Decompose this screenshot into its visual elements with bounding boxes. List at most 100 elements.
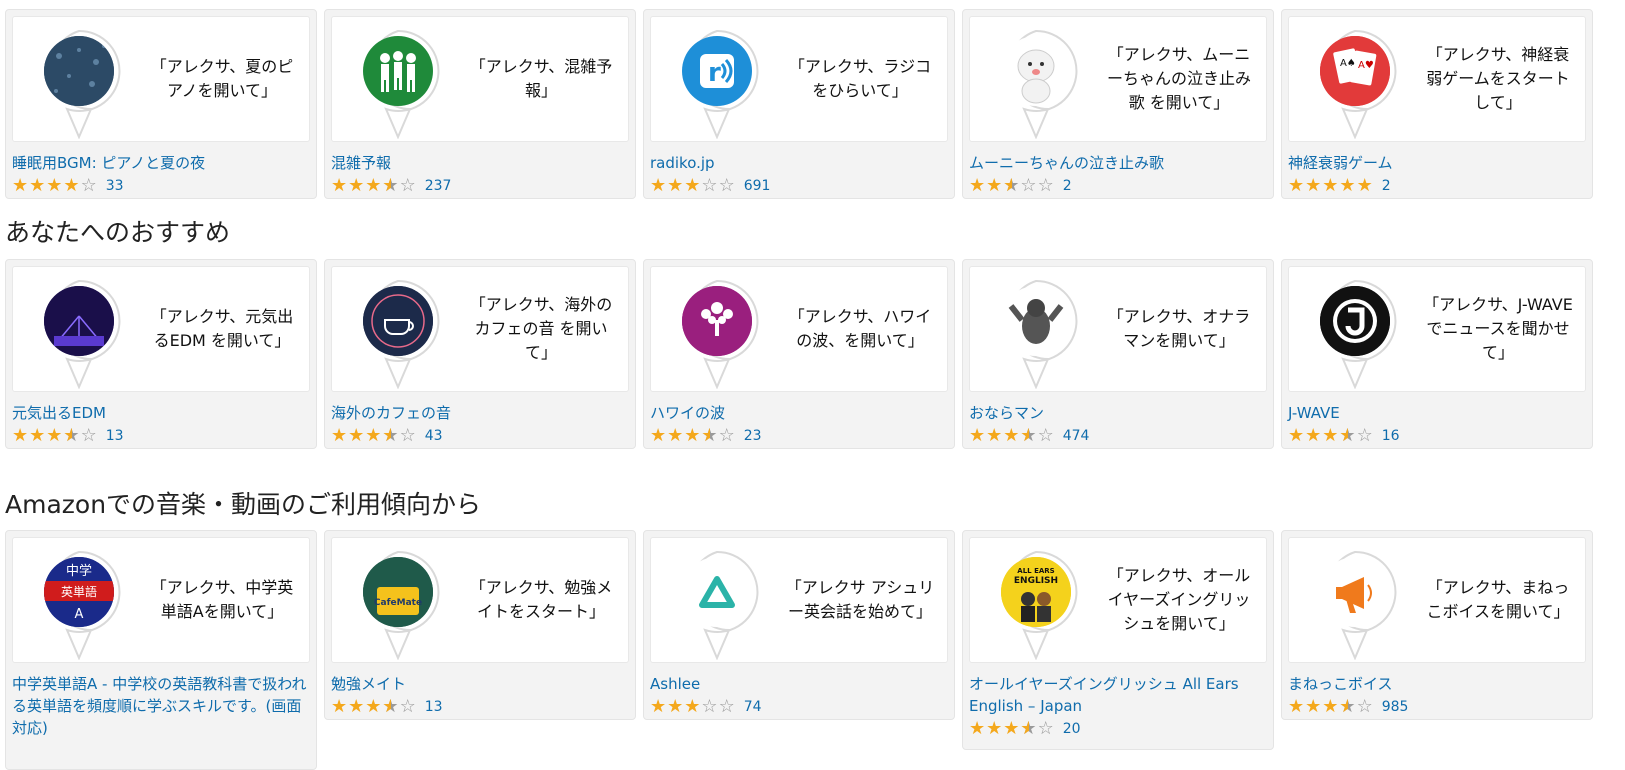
star-icon: ★: [1322, 425, 1340, 446]
star-icon: ☆: [1020, 175, 1038, 196]
skill-name-link[interactable]: おならマン: [969, 402, 1267, 424]
star-icon: ★: [667, 696, 685, 717]
skill-hero[interactable]: 「アレクサ、海外のカフェの音 を開いて」: [331, 266, 629, 392]
review-count[interactable]: 13: [106, 428, 124, 444]
review-count[interactable]: 2: [1063, 178, 1072, 194]
skill-card[interactable]: 「アレクサ、混雑予報」 混雑予報 ★★★★☆ 237: [324, 9, 636, 199]
skill-quote: 「アレクサ、オールイヤーズイングリッシュを開いて」: [1107, 566, 1251, 633]
skill-name-link[interactable]: 混雑予報: [331, 152, 629, 174]
skill-name-link[interactable]: 勉強メイト: [331, 673, 629, 695]
skill-rating[interactable]: ★★★☆☆ 691: [650, 177, 948, 195]
skill-rating[interactable]: ★★★★☆ 43: [331, 427, 629, 446]
review-count[interactable]: 691: [744, 178, 771, 194]
skill-hero[interactable]: r 「アレクサ、ラジコをひらいて」: [650, 16, 948, 142]
skill-hero[interactable]: 「アレクサ、混雑予報」: [331, 16, 629, 142]
skill-rating[interactable]: ★★★★☆ 20: [969, 718, 1267, 739]
skill-hero[interactable]: 「アレクサ、夏のピアノを開いて」: [12, 16, 310, 142]
skill-rating[interactable]: ★★★★☆ 13: [12, 427, 310, 446]
skill-hero[interactable]: 中学 英単語 A 「アレクサ、中学英単語Aを開いて」: [12, 537, 310, 663]
skill-hero[interactable]: 「アレクサ、ハワイの波、を開いて」: [650, 266, 948, 392]
review-count[interactable]: 474: [1063, 428, 1090, 444]
skill-card[interactable]: 「アレクサ、J-WAVEでニュースを聞かせて」 J-WAVE ★★★★☆ 16: [1281, 259, 1593, 449]
review-count[interactable]: 43: [425, 428, 443, 444]
skill-name-link[interactable]: 海外のカフェの音: [331, 402, 629, 424]
skill-card[interactable]: ALL EARS ENGLISH 「アレクサ、オールイヤーズイングリッシュを開いて…: [962, 530, 1274, 750]
skill-name-link[interactable]: 神経衰弱ゲーム: [1288, 152, 1586, 174]
review-count[interactable]: 16: [1382, 428, 1400, 444]
skill-card[interactable]: 「アレクサ、ハワイの波、を開いて」 ハワイの波 ★★★★☆ 23: [643, 259, 955, 449]
skill-hero[interactable]: 「アレクサ アシュリー英会話を始めて」: [650, 537, 948, 663]
skill-card[interactable]: 「アレクサ、まねっこボイスを開いて」 まねっこボイス ★★★★☆ 985: [1281, 530, 1593, 720]
skill-name-link[interactable]: オールイヤーズイングリッシュ All Ears English – Japan: [969, 673, 1267, 717]
skill-name-link[interactable]: ハワイの波: [650, 402, 948, 424]
skill-card[interactable]: r 「アレクサ、ラジコをひらいて」 radiko.jp ★★★☆☆ 691: [643, 9, 955, 199]
all-ears-english-icon: ALL EARS ENGLISH: [1001, 557, 1071, 627]
star-icon: ★: [331, 696, 349, 717]
skill-quote: 「アレクサ、ラジコをひらいて」: [788, 57, 932, 100]
skill-rating[interactable]: ★★★☆☆ 2: [969, 175, 1267, 196]
skill-rating[interactable]: ★★★★☆ 237: [331, 175, 629, 196]
skill-name-link[interactable]: まねっこボイス: [1288, 673, 1586, 695]
skill-name-link[interactable]: Ashlee: [650, 673, 948, 695]
skill-icon-bubble: [1313, 550, 1397, 660]
skill-hero[interactable]: 「アレクサ、ムーニーちゃんの泣き止み歌 を開いて」: [969, 16, 1267, 142]
rating-stars: ★★★★☆: [969, 427, 1055, 446]
skills-row-1: 「アレクサ、夏のピアノを開いて」 睡眠用BGM: ピアノと夏の夜 ★★★★☆ 3…: [5, 9, 1593, 199]
star-icon: ☆: [399, 175, 417, 196]
skill-name-link[interactable]: ムーニーちゃんの泣き止み歌: [969, 152, 1267, 174]
skill-rating[interactable]: ★★★☆☆ 74: [650, 698, 948, 716]
review-count[interactable]: 2: [1382, 178, 1391, 194]
skill-quote: 「アレクサ、ムーニーちゃんの泣き止み歌 を開いて」: [1106, 45, 1251, 112]
star-icon: ★: [348, 175, 366, 196]
skill-rating[interactable]: ★★★★☆ 474: [969, 427, 1267, 446]
skill-card[interactable]: 「アレクサ、元気出るEDM を開いて」 元気出るEDM ★★★★☆ 13: [5, 259, 317, 449]
icon-label: 中学: [66, 563, 92, 579]
star-icon: ☆: [701, 696, 719, 717]
skill-rating[interactable]: ★★★★☆ 16: [1288, 425, 1586, 446]
skill-card[interactable]: 「アレクサ アシュリー英会話を始めて」 Ashlee ★★★☆☆ 74: [643, 530, 955, 720]
skill-hero[interactable]: A♠ A♥ 「アレクサ、神経衰弱ゲームをスタートして」: [1288, 16, 1586, 142]
star-icon: ★: [331, 175, 349, 196]
skill-rating[interactable]: ★★★★☆ 985: [1288, 698, 1586, 717]
review-count[interactable]: 74: [744, 699, 762, 715]
skill-name-link[interactable]: 元気出るEDM: [12, 402, 310, 424]
skill-card[interactable]: 「アレクサ、夏のピアノを開いて」 睡眠用BGM: ピアノと夏の夜 ★★★★☆ 3…: [5, 9, 317, 199]
skill-rating[interactable]: ★★★★☆ 13: [331, 696, 629, 717]
skills-row-3: 中学 英単語 A 「アレクサ、中学英単語Aを開いて」 中学英単語A - 中学校の英語…: [5, 530, 1593, 770]
skill-icon-bubble: [675, 550, 759, 660]
skill-hero[interactable]: 「アレクサ、オナラマンを開いて」: [969, 266, 1267, 392]
skill-card[interactable]: 中学 英単語 A 「アレクサ、中学英単語Aを開いて」 中学英単語A - 中学校の英語…: [5, 530, 317, 770]
skill-icon-bubble: [994, 279, 1078, 389]
skill-hero[interactable]: 「アレクサ、元気出るEDM を開いて」: [12, 266, 310, 392]
skill-quote: 「アレクサ、J-WAVEでニュースを聞かせて」: [1423, 295, 1573, 362]
star-icon: ★: [1003, 718, 1021, 739]
review-count[interactable]: 33: [106, 178, 124, 194]
skill-hero[interactable]: CafeMate 「アレクサ、勉強メイトをスタート」: [331, 537, 629, 663]
review-count[interactable]: 237: [425, 178, 452, 194]
skill-name-link[interactable]: 睡眠用BGM: ピアノと夏の夜: [12, 152, 310, 174]
star-icon: ★: [1339, 698, 1356, 717]
playing-cards-icon: A♠ A♥: [1320, 36, 1390, 106]
skill-name-link[interactable]: J-WAVE: [1288, 402, 1586, 424]
skill-rating[interactable]: ★★★★★ 2: [1288, 177, 1586, 195]
skill-hero[interactable]: 「アレクサ、J-WAVEでニュースを聞かせて」: [1288, 266, 1586, 392]
skill-rating[interactable]: ★★★★☆ 23: [650, 427, 948, 446]
skill-quote: 「アレクサ、混雑予報」: [469, 57, 613, 100]
skill-card[interactable]: CafeMate 「アレクサ、勉強メイトをスタート」 勉強メイト ★★★★☆ 1…: [324, 530, 636, 720]
skill-name-link[interactable]: radiko.jp: [650, 152, 948, 174]
skill-rating[interactable]: ★★★★☆ 33: [12, 177, 310, 195]
skill-card[interactable]: 「アレクサ、ムーニーちゃんの泣き止み歌 を開いて」 ムーニーちゃんの泣き止み歌 …: [962, 9, 1274, 199]
gorilla-icon: [1001, 286, 1071, 356]
skill-card[interactable]: 「アレクサ、海外のカフェの音 を開いて」 海外のカフェの音 ★★★★☆ 43: [324, 259, 636, 449]
review-count[interactable]: 20: [1063, 721, 1081, 737]
review-count[interactable]: 23: [744, 428, 762, 444]
star-icon: ★: [46, 175, 64, 196]
review-count[interactable]: 13: [425, 699, 443, 715]
review-count[interactable]: 985: [1382, 699, 1409, 715]
skill-card[interactable]: 「アレクサ、オナラマンを開いて」 おならマン ★★★★☆ 474: [962, 259, 1274, 449]
skill-hero[interactable]: ALL EARS ENGLISH 「アレクサ、オールイヤーズイングリッシュを開いて…: [969, 537, 1267, 663]
star-icon: ☆: [399, 696, 417, 717]
skill-hero[interactable]: 「アレクサ、まねっこボイスを開いて」: [1288, 537, 1586, 663]
skill-card[interactable]: A♠ A♥ 「アレクサ、神経衰弱ゲームをスタートして」 神経衰弱ゲーム ★★★★★…: [1281, 9, 1593, 199]
skill-name-link[interactable]: 中学英単語A - 中学校の英語教科書で扱われる英単語を頻度順に学ぶスキルです。(…: [12, 673, 310, 739]
